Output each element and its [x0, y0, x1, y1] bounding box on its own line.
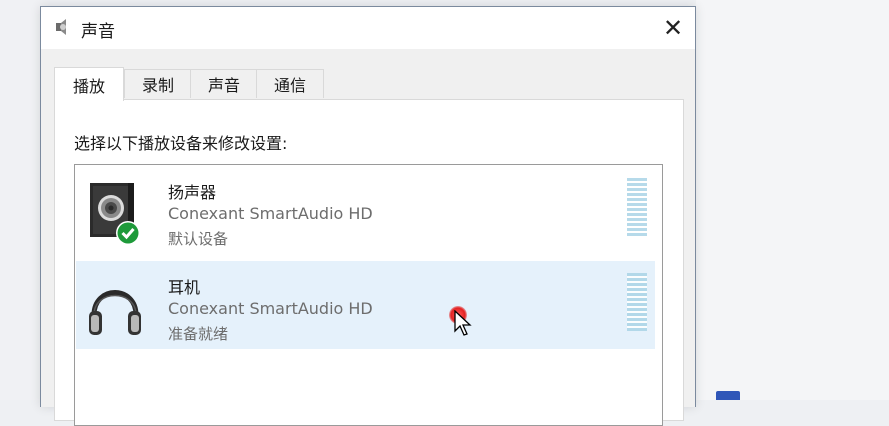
device-name: 耳机: [168, 278, 201, 297]
volume-meter: [627, 273, 647, 331]
taskbar-fragment: [716, 391, 740, 400]
tab-playback[interactable]: 播放: [54, 67, 124, 101]
device-item-headphones[interactable]: 耳机 Conexant SmartAudio HD 准备就绪: [76, 261, 655, 349]
close-icon: ✕: [662, 14, 684, 42]
device-name: 扬声器: [168, 183, 217, 202]
tab-communications[interactable]: 通信: [256, 69, 324, 98]
sound-dialog: 声音 ✕ 播放 录制 声音 通信 选择以下播放设备来修改设置: 扬声器 Cone…: [40, 6, 696, 426]
speaker-device-icon: [90, 183, 140, 245]
device-status: 准备就绪: [168, 325, 229, 343]
volume-meter: [627, 178, 647, 236]
instruction-text: 选择以下播放设备来修改设置:: [74, 134, 288, 153]
default-check-icon: [116, 221, 140, 245]
device-status: 默认设备: [168, 230, 229, 248]
speaker-icon: [56, 19, 66, 35]
playback-panel: 选择以下播放设备来修改设置: 扬声器 Conexant SmartAudio H…: [54, 99, 684, 426]
desktop-background: [0, 0, 40, 400]
tab-label: 播放: [72, 76, 105, 96]
title-bar: 声音 ✕: [41, 7, 695, 49]
tab-sounds[interactable]: 声音: [190, 69, 258, 98]
device-item-speakers[interactable]: 扬声器 Conexant SmartAudio HD 默认设备: [76, 166, 655, 254]
tab-recording[interactable]: 录制: [124, 69, 192, 98]
mouse-cursor-icon: [454, 310, 472, 336]
headphones-icon: [89, 290, 141, 335]
tab-label: 录制: [141, 76, 174, 95]
tab-label: 声音: [207, 76, 240, 95]
desktop-background: [696, 0, 889, 400]
window-title: 声音: [81, 22, 115, 42]
device-list[interactable]: 扬声器 Conexant SmartAudio HD 默认设备 耳机 Conex…: [74, 164, 663, 426]
close-button[interactable]: ✕: [655, 11, 691, 45]
device-driver: Conexant SmartAudio HD: [168, 299, 373, 318]
device-driver: Conexant SmartAudio HD: [168, 204, 373, 223]
tab-label: 通信: [273, 76, 306, 95]
